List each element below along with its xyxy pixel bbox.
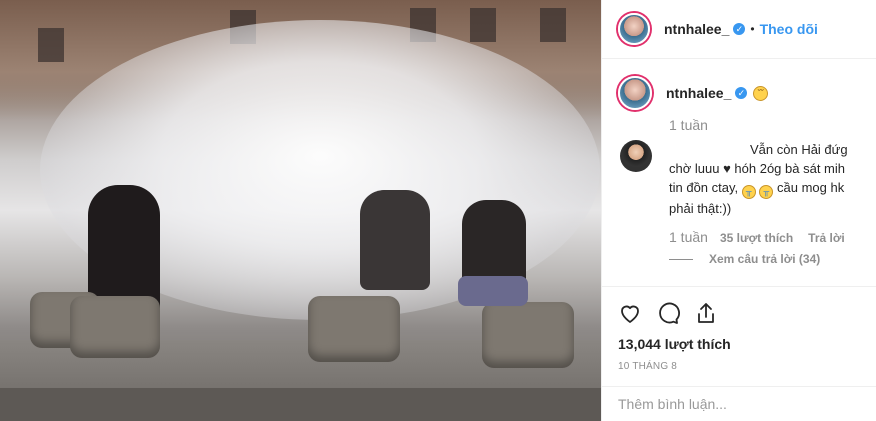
comment-likes[interactable]: 35 lượt thích — [720, 231, 793, 245]
comment-reply-button[interactable]: Trả lời — [808, 231, 845, 245]
replies-divider — [669, 258, 693, 260]
post-date[interactable]: 10 THÁNG 8 — [618, 361, 861, 372]
action-icons — [618, 297, 861, 329]
comment-text: Vẫn còn Hải đứg chờ luuu ♥ hóh 2óg bà sá… — [618, 140, 868, 218]
comment-line: phải thật:)) — [669, 200, 732, 216]
post-time[interactable]: 1 tuần — [669, 117, 708, 133]
photo-stone-seat — [70, 296, 160, 358]
comment-line: Vẫn còn Hải đứg — [750, 142, 848, 157]
author-username[interactable]: ntnhalee_ — [664, 21, 729, 37]
follow-button[interactable]: Theo dõi — [760, 21, 818, 37]
photo-window — [470, 8, 496, 42]
comment-meta: 1 tuần 35 lượt thích Trả lời — [669, 229, 860, 245]
comment-bubble-icon[interactable] — [656, 301, 680, 325]
comment-line: chờ luuu ♥ hóh 2óg bà sát mih — [618, 159, 868, 178]
post-side-panel: ntnhalee_ ✓ • Theo dõi ntnhalee_ ✓ ˘˘ 1 … — [601, 0, 876, 421]
photo-window — [38, 28, 64, 62]
comment-fragment: hóh 2óg bà sát mih — [734, 161, 845, 176]
comment-fragment: cầu mog hk — [777, 180, 845, 195]
post-actions: 13,044 lượt thích 10 THÁNG 8 — [602, 286, 876, 386]
caption-author-avatar[interactable] — [618, 76, 652, 110]
view-replies-label: Xem câu trả lời (34) — [709, 252, 821, 266]
verified-badge-icon: ✓ — [735, 87, 748, 99]
post-header: ntnhalee_ ✓ • Theo dõi — [602, 0, 876, 59]
comment-fragment: tin đồn ctay, — [669, 180, 739, 195]
add-comment-input[interactable]: Thêm bình luận... — [602, 386, 876, 421]
view-replies-button[interactable]: Xem câu trả lời (34) — [669, 252, 820, 266]
crying-face-icon: ╥ — [759, 184, 774, 199]
comment-line: tin đồn ctay, ╥ ╥ cầu mog hk — [618, 178, 868, 199]
photo-stone-seat — [308, 296, 400, 362]
photo-man — [360, 190, 430, 290]
black-heart-icon: ♥ — [723, 161, 731, 176]
comment-fragment: chờ luuu — [669, 161, 720, 176]
author-avatar[interactable] — [618, 13, 650, 45]
pensive-face-emoji-icon: ˘˘ — [753, 85, 769, 101]
like-heart-icon[interactable] — [618, 301, 642, 325]
photo-pavement — [0, 388, 601, 421]
photo-plaid-shorts — [458, 276, 528, 306]
separator-dot: • — [750, 22, 755, 36]
photo-window — [540, 8, 566, 42]
verified-badge-icon: ✓ — [733, 23, 746, 35]
photo-stone-seat — [482, 302, 574, 368]
crying-face-icon: ╥ — [741, 184, 756, 199]
caption-username[interactable]: ntnhalee_ — [666, 85, 731, 101]
share-icon[interactable] — [694, 301, 718, 325]
post-caption: ntnhalee_ ✓ ˘˘ — [618, 76, 769, 110]
post-photo[interactable] — [0, 0, 601, 421]
post-likes[interactable]: 13,044 lượt thích — [618, 336, 861, 352]
comment-time[interactable]: 1 tuần — [669, 229, 708, 245]
